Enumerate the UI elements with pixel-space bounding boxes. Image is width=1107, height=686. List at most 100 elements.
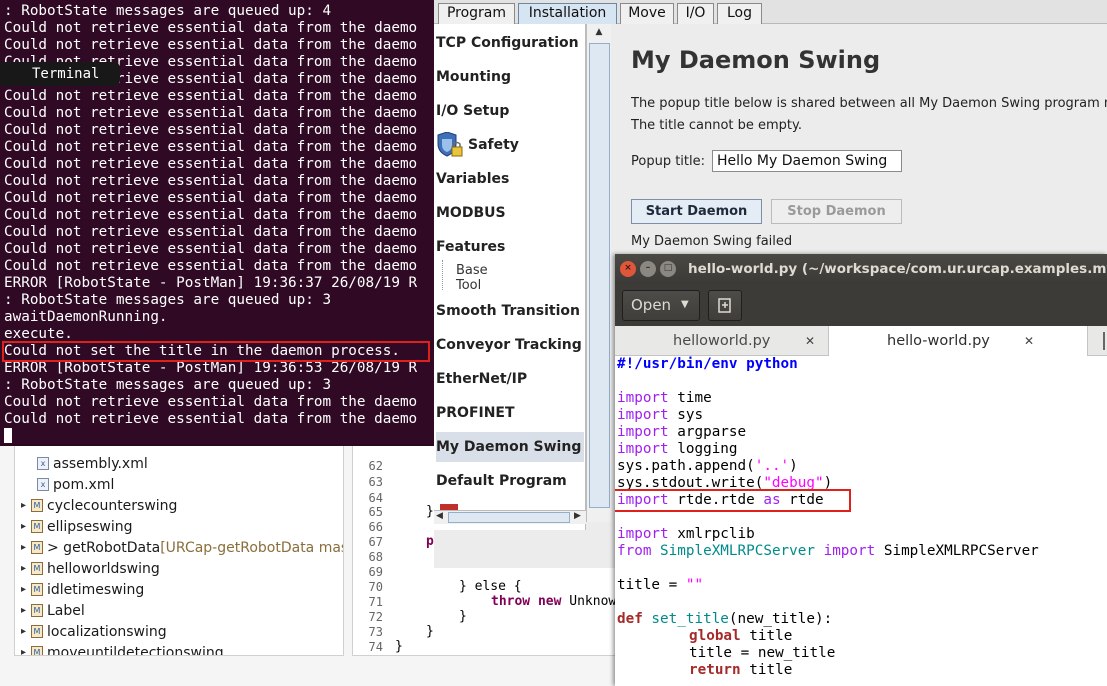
open-button[interactable]: Open ▼ [622, 290, 700, 321]
nav-item-smooth-transition[interactable]: Smooth Transition [436, 296, 584, 326]
new-document-button[interactable] [708, 290, 742, 321]
expand-arrow-icon[interactable]: ▸ [21, 584, 31, 595]
popup-title-input[interactable] [712, 150, 902, 172]
maven-project-icon: M [31, 604, 43, 617]
close-window-icon[interactable]: × [620, 261, 636, 277]
line-number: 75 [355, 655, 383, 656]
expand-arrow-icon[interactable]: ▸ [21, 647, 31, 655]
nav-item-my-daemon-swing[interactable]: My Daemon Swing [436, 432, 584, 462]
code-editor[interactable]: #!/usr/bin/env python import time import… [615, 356, 1107, 686]
terminal-line: : RobotState messages are queued up: 3 [4, 292, 332, 308]
terminal-line: Could not retrieve essential data from t… [4, 411, 418, 427]
expand-arrow-icon[interactable]: ▸ [21, 626, 31, 637]
nav-item-mounting[interactable]: Mounting [436, 62, 584, 92]
nav-item-safety[interactable]: Safety [436, 130, 584, 160]
code-line: def set_title(new_title): [617, 611, 833, 627]
nav-item-io-setup[interactable]: I/O Setup [436, 96, 584, 126]
explorer-item-ellipseswing[interactable]: ▸ Mellipseswing [21, 516, 132, 537]
nav-horizontal-scrollbar[interactable]: ◀ ▶ [434, 510, 586, 524]
tab-program[interactable]: Program [438, 3, 515, 24]
scroll-thumb[interactable] [448, 512, 570, 523]
line-number: 65 [368, 505, 383, 519]
explorer-item-label[interactable]: ▸ M Label [21, 600, 85, 621]
nav-item-features[interactable]: Features [436, 232, 584, 262]
explorer-item-assembly-xml[interactable]: x assembly.xml [37, 453, 148, 474]
nav-vertical-scrollbar[interactable]: ▲ [586, 24, 611, 522]
tab-log[interactable]: Log [717, 3, 762, 24]
terminal-line: Could not retrieve essential data from t… [4, 88, 418, 104]
stop-daemon-button[interactable]: Stop Daemon [771, 199, 902, 224]
description-text: The popup title below is shared between … [631, 96, 1107, 111]
tab-io[interactable]: I/O [677, 3, 714, 24]
terminal-line: ERROR [RobotState - PostMan] 19:36:53 26… [4, 360, 418, 376]
explorer-item-localizationswing[interactable]: ▸ Mlocalizationswing [21, 621, 167, 642]
line-number: 70 [368, 580, 383, 594]
terminal-line: : RobotState messages are queued up: 3 [4, 377, 332, 393]
terminal-tooltip: Terminal [0, 62, 120, 86]
expand-arrow-icon[interactable]: ▸ [21, 563, 31, 574]
tab-overflow-indicator [1103, 332, 1105, 350]
terminal-window[interactable]: : RobotState messages are queued up: 4 C… [0, 0, 434, 446]
expand-arrow-icon[interactable]: ▸ [21, 605, 31, 616]
minimize-window-icon[interactable]: – [640, 261, 656, 277]
expand-arrow-icon[interactable]: ▸ [21, 500, 31, 511]
expand-arrow-icon[interactable]: ▸ [21, 542, 31, 553]
terminal-line: Could not retrieve essential data from t… [4, 173, 418, 189]
code-line: import logging [617, 441, 738, 457]
explorer-item-getrobotdata[interactable]: ▸ M > getRobotData [URCap-getRobotData mas… [21, 537, 343, 558]
terminal-line: Could not retrieve essential data from t… [4, 20, 418, 36]
expand-arrow-icon[interactable]: ▸ [21, 521, 31, 532]
nav-item-modbus[interactable]: MODBUS [436, 198, 584, 228]
nav-item-tcp-configuration[interactable]: TCP Configuration [436, 28, 584, 58]
gedit-titlebar: × – □ hello-world.py (~/workspace/com.ur… [615, 254, 1107, 284]
terminal-line: Could not retrieve essential data from t… [4, 394, 418, 410]
code-line: return title [689, 662, 793, 678]
terminal-line: Could not retrieve essential data from t… [4, 258, 418, 274]
scroll-right-arrow-icon[interactable]: ▶ [574, 511, 581, 521]
code-line: sys.path.append('..') [617, 458, 798, 474]
explorer-item-cyclecounterswing[interactable]: ▸ Mcyclecounterswing [21, 495, 177, 516]
popup-title-label: Popup title: [631, 154, 706, 169]
code-line: } [426, 624, 434, 639]
line-number: 69 [368, 565, 383, 579]
terminal-line: ERROR [RobotState - PostMan] 19:36:37 26… [4, 275, 418, 291]
close-tab-icon[interactable]: ✕ [805, 326, 815, 356]
gedit-tab-bar: helloworld.py ✕ hello-world.py ✕ [615, 326, 1107, 357]
terminal-line: Could not retrieve essential data from t… [4, 37, 418, 53]
explorer-item-moveuntildetectionswing[interactable]: ▸ Mmoveuntildetectionswing [21, 642, 224, 655]
nav-item-ethernet-ip[interactable]: EtherNet/IP [436, 364, 584, 394]
tab-hello-world-py[interactable]: hello-world.py ✕ [828, 326, 1088, 357]
highlight-box-terminal [2, 341, 430, 362]
nav-item-profinet[interactable]: PROFINET [436, 398, 584, 428]
start-daemon-button[interactable]: Start Daemon [631, 199, 762, 224]
terminal-line: Could not retrieve essential data from t… [4, 122, 418, 138]
maven-project-icon: M [31, 583, 43, 596]
tab-installation[interactable]: Installation [518, 3, 617, 24]
code-line: global title [689, 628, 793, 644]
code-line: } else { [459, 579, 522, 594]
explorer-item-pom-xml[interactable]: x pom.xml [37, 474, 114, 495]
close-tab-icon[interactable]: ✕ [1024, 326, 1034, 356]
terminal-line: Could not retrieve essential data from t… [4, 190, 418, 206]
maximize-window-icon[interactable]: □ [660, 261, 676, 277]
scroll-up-arrow-icon[interactable]: ▲ [587, 24, 611, 41]
terminal-line: Could not retrieve essential data from t… [4, 105, 418, 121]
explorer-item-helloworldswing[interactable]: ▸ Mhelloworldswing [21, 558, 160, 579]
maven-project-icon: M [31, 499, 43, 512]
gedit-toolbar: Open ▼ [615, 284, 1107, 326]
tab-move[interactable]: Move [620, 3, 674, 24]
line-number: 72 [368, 610, 383, 624]
line-number: 67 [368, 535, 383, 549]
scroll-left-arrow-icon[interactable]: ◀ [436, 511, 443, 521]
nav-item-variables[interactable]: Variables [436, 164, 584, 194]
scroll-thumb[interactable] [589, 43, 610, 508]
code-line: throw new Unknow [491, 594, 617, 609]
code-line: import argparse [617, 424, 747, 440]
code-line: } [459, 609, 467, 624]
xml-file-icon: x [37, 478, 49, 491]
nav-item-default-program[interactable]: Default Program [436, 466, 584, 496]
installation-nav-list: TCP Configuration Mounting I/O Setup Saf… [434, 24, 586, 530]
explorer-item-idletimeswing[interactable]: ▸ Midletimeswing [21, 579, 144, 600]
gedit-window: × – □ hello-world.py (~/workspace/com.ur… [615, 254, 1107, 686]
nav-item-conveyor-tracking[interactable]: Conveyor Tracking [436, 330, 584, 360]
